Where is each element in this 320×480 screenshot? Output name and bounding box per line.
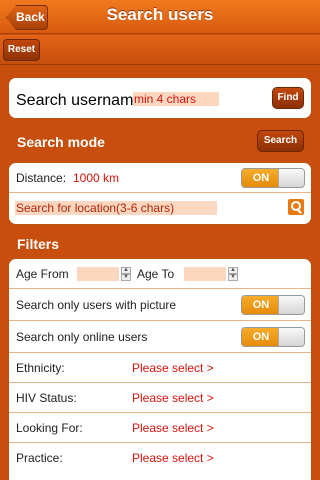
with-picture-toggle-on-label: ON: [242, 296, 280, 314]
ethnicity-label: Ethnicity:: [16, 361, 65, 375]
hiv-status-row[interactable]: HIV Status: Please select >: [9, 383, 311, 413]
distance-label: Distance:: [16, 171, 67, 185]
online-toggle-on-label: ON: [242, 328, 280, 346]
looking-for-row[interactable]: Looking For: Please select >: [9, 413, 311, 443]
search-mode-title: Search mode: [17, 134, 105, 150]
age-to-stepper[interactable]: ▲ ▼: [228, 267, 238, 281]
age-from-label: Age From: [16, 267, 69, 281]
ethnicity-select[interactable]: Please select >: [132, 361, 214, 375]
practice-label: Practice:: [16, 451, 63, 465]
picture-row: Search only users with picture ON: [9, 289, 311, 321]
distance-value[interactable]: 1000 km: [73, 171, 119, 185]
online-toggle[interactable]: ON: [241, 327, 305, 347]
search-icon[interactable]: [288, 199, 304, 215]
reset-button[interactable]: Reset: [3, 39, 40, 61]
ethnicity-row[interactable]: Ethnicity: Please select >: [9, 353, 311, 383]
username-panel: Search username: min 4 chars Find: [8, 77, 312, 119]
search-button[interactable]: Search: [257, 130, 304, 152]
filters-title: Filters: [17, 236, 60, 252]
toggle-knob: [278, 296, 304, 314]
navigation-bar: Back Search users: [0, 0, 320, 34]
age-row: Age From ▲ ▼ Age To ▲ ▼: [9, 259, 311, 289]
toolbar: [0, 35, 320, 65]
search-username-label: Search username:: [16, 92, 147, 109]
search-mode-panel: Distance: 1000 km ON Search for location…: [8, 162, 312, 225]
age-from-input[interactable]: [77, 267, 119, 281]
age-to-input[interactable]: [184, 267, 226, 281]
filters-panel: Age From ▲ ▼ Age To ▲ ▼ Search only users …: [8, 258, 312, 480]
practice-row[interactable]: Practice: Please select >: [9, 443, 311, 473]
looking-for-select[interactable]: Please select >: [132, 421, 214, 435]
find-button[interactable]: Find: [272, 87, 304, 109]
practice-select[interactable]: Please select >: [132, 451, 214, 465]
looking-for-label: Looking For:: [16, 421, 83, 435]
hiv-status-select[interactable]: Please select >: [132, 391, 214, 405]
location-row: Search for location(3-6 chars): [9, 193, 311, 223]
toggle-knob: [278, 328, 304, 346]
username-input[interactable]: min 4 chars: [133, 92, 219, 106]
distance-toggle[interactable]: ON: [241, 168, 305, 188]
toggle-knob: [278, 169, 304, 187]
location-input[interactable]: Search for location(3-6 chars): [15, 201, 217, 215]
hiv-status-label: HIV Status:: [16, 391, 77, 405]
age-from-stepper[interactable]: ▲ ▼: [121, 267, 131, 281]
online-label: Search only online users: [16, 330, 148, 344]
distance-row: Distance: 1000 km ON: [9, 163, 311, 193]
with-picture-label: Search only users with picture: [16, 298, 177, 312]
page-title: Search users: [106, 5, 214, 24]
age-to-label: Age To: [137, 267, 175, 281]
distance-toggle-on-label: ON: [242, 169, 280, 187]
with-picture-toggle[interactable]: ON: [241, 295, 305, 315]
online-row: Search only online users ON: [9, 321, 311, 353]
